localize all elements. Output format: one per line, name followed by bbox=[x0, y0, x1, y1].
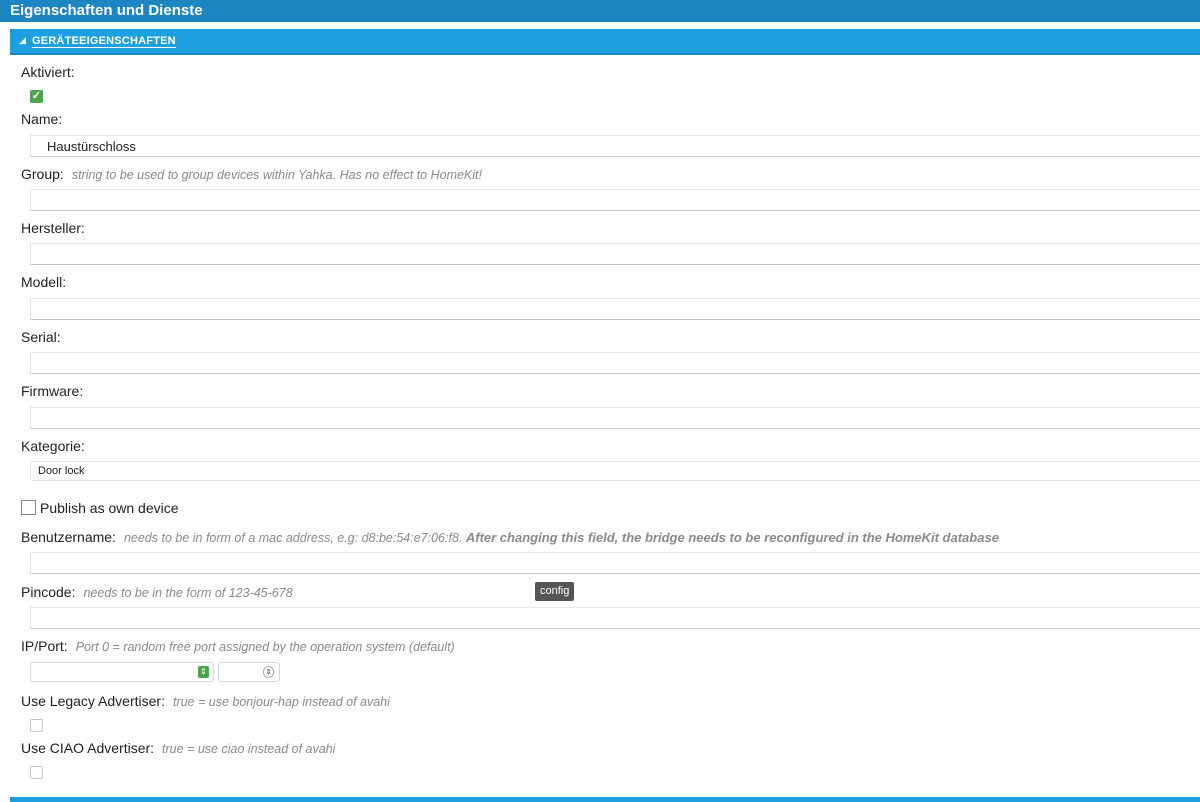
serial-input[interactable] bbox=[30, 352, 1200, 374]
modell-label: Modell: bbox=[21, 274, 67, 290]
modell-input[interactable] bbox=[30, 298, 1200, 320]
benutzername-label: Benutzername: bbox=[21, 529, 116, 545]
legacy-hint: true = use bonjour-hap instead of avahi bbox=[172, 695, 390, 709]
aktiviert-label: Aktiviert: bbox=[21, 64, 75, 80]
stepper-arrows-icon: ⇕ bbox=[263, 666, 274, 678]
group-hint: string to be used to group devices withi… bbox=[71, 168, 482, 182]
legacy-label: Use Legacy Advertiser: bbox=[21, 693, 165, 709]
benutzername-hint-text: needs to be in form of a mac address, e.… bbox=[123, 531, 463, 545]
select-arrows-icon: ⇕ bbox=[198, 666, 209, 678]
aktiviert-checkbox[interactable]: ✓ bbox=[30, 90, 43, 103]
hersteller-label: Hersteller: bbox=[21, 220, 85, 236]
ipport-label: IP/Port: bbox=[21, 638, 68, 654]
window-title: Eigenschaften und Dienste bbox=[0, 0, 1200, 22]
firmware-input[interactable] bbox=[30, 407, 1200, 429]
group-label: Group: bbox=[21, 166, 64, 182]
section-header-geraeteeigenschaften[interactable]: ◢ GERÄTEEIGENSCHAFTEN bbox=[10, 29, 1200, 55]
benutzername-hint-bold: After changing this field, the bridge ne… bbox=[465, 530, 999, 545]
ciao-label-row: Use CIAO Advertiser: true = use ciao inst… bbox=[21, 740, 335, 756]
ipport-hint: Port 0 = random free port assigned by th… bbox=[75, 640, 455, 654]
port-stepper[interactable]: ⇕ bbox=[218, 662, 280, 682]
benutzername-input[interactable] bbox=[30, 552, 1200, 574]
publish-label: Publish as own device bbox=[40, 500, 179, 516]
pincode-hint: needs to be in the form of 123-45-678 bbox=[83, 586, 293, 600]
group-input[interactable] bbox=[30, 189, 1200, 211]
checkmark-icon: ✓ bbox=[31, 90, 42, 102]
collapse-triangle-icon[interactable]: ◢ bbox=[19, 35, 26, 46]
ciao-label: Use CIAO Advertiser: bbox=[21, 740, 155, 756]
benutzername-label-row: Benutzername: needs to be in form of a ma… bbox=[21, 529, 999, 545]
kategorie-label: Kategorie: bbox=[21, 438, 85, 454]
publish-checkbox[interactable] bbox=[21, 500, 36, 515]
kategorie-select[interactable]: Door lock bbox=[30, 461, 1200, 481]
pincode-label: Pincode: bbox=[21, 584, 76, 600]
next-section-bar[interactable] bbox=[10, 797, 1200, 802]
ipport-label-row: IP/Port: Port 0 = random free port assign… bbox=[21, 638, 455, 654]
hersteller-input[interactable] bbox=[30, 243, 1200, 265]
serial-label: Serial: bbox=[21, 329, 61, 345]
legacy-label-row: Use Legacy Advertiser: true = use bonjour… bbox=[21, 693, 390, 709]
ciao-hint: true = use ciao instead of avahi bbox=[162, 742, 336, 756]
legacy-checkbox[interactable] bbox=[30, 719, 43, 732]
ciao-checkbox[interactable] bbox=[30, 766, 43, 779]
firmware-label: Firmware: bbox=[21, 383, 84, 399]
name-label: Name: bbox=[21, 111, 63, 127]
ip-select[interactable]: ⇕ bbox=[30, 662, 214, 682]
group-label-row: Group: string to be used to group devices… bbox=[21, 166, 482, 182]
section-title: GERÄTEEIGENSCHAFTEN bbox=[32, 35, 176, 48]
benutzername-hint: needs to be in form of a mac address, e.… bbox=[123, 530, 999, 545]
pincode-label-row: Pincode: needs to be in the form of 123-4… bbox=[21, 584, 293, 600]
config-tooltip: config bbox=[535, 582, 575, 601]
name-input[interactable]: Haustürschloss bbox=[30, 135, 1200, 157]
pincode-input[interactable] bbox=[30, 607, 1200, 629]
